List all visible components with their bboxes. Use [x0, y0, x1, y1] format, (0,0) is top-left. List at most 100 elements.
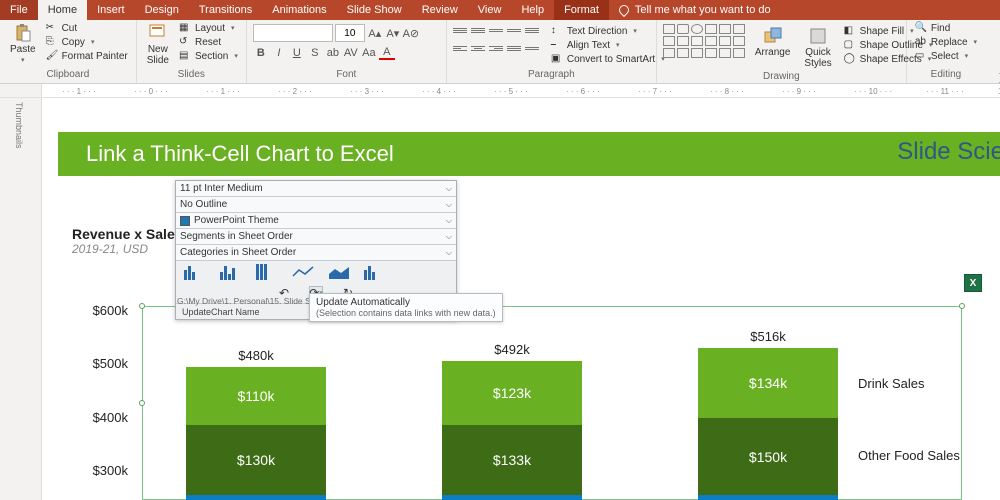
decrease-font-icon[interactable]: A▾	[385, 26, 401, 40]
numbering-icon[interactable]	[471, 24, 485, 36]
font-size-input[interactable]	[335, 24, 365, 42]
align-text-icon: ⎯	[551, 39, 563, 51]
tab-file[interactable]: File	[0, 0, 38, 20]
indent-dec-icon[interactable]	[489, 24, 503, 36]
scissors-icon: ✂	[46, 22, 58, 34]
selection-handle[interactable]	[139, 400, 145, 406]
align-left-icon[interactable]	[453, 42, 467, 54]
chart-type-combo-icon[interactable]	[364, 264, 386, 280]
bar-2019[interactable]: $110k $130k	[186, 367, 326, 500]
bar-2020[interactable]: $123k $133k	[442, 361, 582, 500]
segment-other: $133k	[442, 425, 582, 495]
bullets-icon[interactable]	[453, 24, 467, 36]
bar-2021[interactable]: $134k $150k	[698, 348, 838, 500]
tell-me-search[interactable]: Tell me what you want to do	[609, 0, 781, 20]
columns-icon[interactable]	[525, 42, 539, 54]
bar-total: $516k	[698, 329, 838, 344]
layout-button[interactable]: ▦Layout	[177, 21, 240, 35]
new-slide-button[interactable]: New Slide	[143, 21, 173, 68]
segment-other: $130k	[186, 425, 326, 495]
reset-button[interactable]: ↺Reset	[177, 35, 240, 49]
tab-animations[interactable]: Animations	[262, 0, 336, 20]
clear-format-icon[interactable]: A⊘	[403, 26, 419, 40]
smartart-button[interactable]: ▣Convert to SmartArt	[549, 52, 667, 66]
tc-outline-row[interactable]: No Outline⌵	[176, 197, 456, 213]
brush-icon: 🖌	[46, 50, 58, 62]
quick-styles-button[interactable]: Quick Styles	[800, 24, 835, 71]
ruler-tick: · · · 6 · · ·	[566, 84, 600, 98]
reset-icon: ↺	[179, 36, 191, 48]
tab-insert[interactable]: Insert	[87, 0, 135, 20]
chart-type-clustered-icon[interactable]	[220, 264, 242, 280]
align-text-button[interactable]: ⎯Align Text	[549, 38, 667, 52]
yaxis-tick: $600k	[72, 303, 128, 318]
bar-total: $492k	[442, 342, 582, 357]
chart-type-area-icon[interactable]	[328, 264, 350, 280]
italic-button[interactable]: I	[271, 46, 287, 60]
tc-categories-row[interactable]: Categories in Sheet Order⌵	[176, 245, 456, 261]
thumbnails-panel[interactable]: Thumbnails	[0, 98, 42, 500]
slide-canvas[interactable]: Link a Think-Cell Chart to Excel Slide S…	[42, 98, 1000, 500]
horizontal-ruler[interactable]: · · · 1 · · ·· · · 0 · · ·· · · 1 · · ··…	[42, 84, 1000, 97]
selection-handle[interactable]	[959, 303, 965, 309]
arrange-button[interactable]: Arrange	[751, 24, 795, 60]
tab-review[interactable]: Review	[412, 0, 468, 20]
bar-total: $480k	[186, 348, 326, 363]
cut-button[interactable]: ✂Cut	[44, 21, 130, 35]
ruler-tick: · · · 7 · · ·	[638, 84, 672, 98]
select-button[interactable]: ▭Select	[913, 49, 979, 63]
tooltip-body: (Selection contains data links with new …	[316, 308, 496, 318]
replace-button[interactable]: abReplace	[913, 35, 979, 49]
group-label: Font	[253, 69, 440, 83]
tab-slideshow[interactable]: Slide Show	[337, 0, 412, 20]
tc-theme-row[interactable]: PowerPoint Theme⌵	[176, 213, 456, 229]
align-right-icon[interactable]	[489, 42, 503, 54]
align-center-icon[interactable]	[471, 42, 485, 54]
legend-other: Other Food Sales	[858, 448, 960, 463]
fill-icon: ◧	[844, 25, 856, 37]
chart-type-stacked-icon[interactable]	[184, 264, 206, 280]
font-color-button[interactable]: A	[379, 46, 395, 60]
section-icon: ▤	[179, 50, 191, 62]
legend-drink: Drink Sales	[858, 376, 924, 391]
text-direction-button[interactable]: ↕Text Direction	[549, 24, 667, 38]
chart-type-100-icon[interactable]	[256, 264, 278, 280]
text-direction-icon: ↕	[551, 25, 563, 37]
indent-inc-icon[interactable]	[507, 24, 521, 36]
char-spacing-button[interactable]: AV	[343, 46, 359, 60]
find-button[interactable]: 🔍Find	[913, 21, 979, 35]
tab-view[interactable]: View	[468, 0, 512, 20]
selection-handle[interactable]	[139, 303, 145, 309]
tc-font-row[interactable]: 11 pt Inter Medium⌵	[176, 181, 456, 197]
section-button[interactable]: ▤Section	[177, 49, 240, 63]
select-icon: ▭	[915, 50, 927, 62]
justify-icon[interactable]	[507, 42, 521, 54]
tc-segments-row[interactable]: Segments in Sheet Order⌵	[176, 229, 456, 245]
copy-icon: ⎘	[46, 36, 58, 48]
format-painter-button[interactable]: 🖌Format Painter	[44, 49, 130, 63]
chart-subtitle: 2019-21, USD	[72, 242, 148, 256]
smartart-icon: ▣	[551, 53, 563, 65]
copy-button[interactable]: ⎘Copy	[44, 35, 130, 49]
tab-design[interactable]: Design	[135, 0, 189, 20]
bold-button[interactable]: B	[253, 46, 269, 60]
ruler-tick: · · · 8 · · ·	[710, 84, 744, 98]
quick-styles-icon	[808, 26, 828, 46]
paste-button[interactable]: Paste ▾	[6, 21, 40, 66]
increase-font-icon[interactable]: A▴	[367, 26, 383, 40]
strike-button[interactable]: S	[307, 46, 323, 60]
tab-home[interactable]: Home	[38, 0, 87, 20]
chart-type-line-icon[interactable]	[292, 264, 314, 280]
shapes-gallery[interactable]	[663, 24, 745, 58]
tab-transitions[interactable]: Transitions	[189, 0, 262, 20]
line-spacing-icon[interactable]	[525, 24, 539, 36]
tab-format[interactable]: Format	[554, 0, 609, 20]
font-name-input[interactable]	[253, 24, 333, 42]
shadow-button[interactable]: ab	[325, 46, 341, 60]
excel-link-badge[interactable]: X	[964, 274, 982, 292]
change-case-button[interactable]: Aa	[361, 46, 377, 60]
group-editing: 🔍Find abReplace ▭Select Editing	[907, 20, 985, 83]
tab-help[interactable]: Help	[511, 0, 554, 20]
tell-me-label: Tell me what you want to do	[635, 4, 771, 16]
underline-button[interactable]: U	[289, 46, 305, 60]
